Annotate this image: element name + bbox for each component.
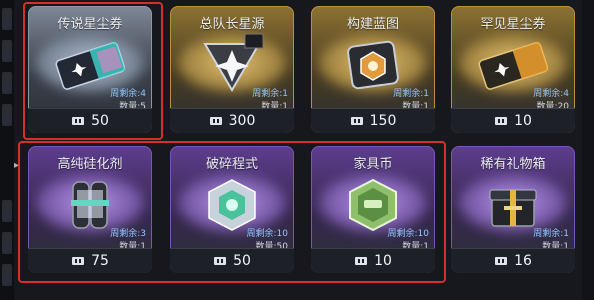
item-price: 75	[91, 253, 109, 269]
side-tab[interactable]	[2, 40, 12, 62]
price-bar[interactable]: 10	[311, 248, 435, 273]
side-tab[interactable]	[2, 8, 12, 30]
item-price: 50	[233, 253, 251, 269]
price-bar[interactable]: 50	[170, 248, 294, 273]
shop-item-card[interactable]: 稀有礼物箱 周剩余:1 数量:1 16	[451, 146, 575, 273]
price-bar[interactable]: 50	[28, 108, 152, 133]
right-edge	[582, 0, 594, 300]
left-side-rail	[0, 0, 14, 300]
shop-item-card[interactable]: 罕见星尘券 周剩余:4 数量:20 10	[451, 6, 575, 133]
weekly-remaining: 周剩余:10	[387, 229, 430, 239]
currency-icon	[72, 257, 85, 265]
item-price: 300	[228, 113, 256, 129]
currency-icon	[214, 257, 227, 265]
shop-item-card[interactable]: 高纯硅化剂 周剩余:3 数量:1 75	[28, 146, 152, 273]
currency-icon	[209, 117, 222, 125]
item-price: 150	[369, 113, 397, 129]
side-tab[interactable]	[2, 104, 12, 126]
currency-icon	[495, 257, 508, 265]
weekly-remaining: 周剩余:4	[533, 89, 569, 99]
price-bar[interactable]: 16	[451, 248, 575, 273]
price-bar[interactable]: 75	[28, 248, 152, 273]
currency-icon	[495, 117, 508, 125]
side-tab[interactable]	[2, 232, 12, 254]
side-tab[interactable]	[2, 72, 12, 94]
currency-icon	[72, 117, 85, 125]
weekly-remaining: 周剩余:1	[533, 229, 569, 239]
currency-icon	[350, 117, 363, 125]
shop-item-card[interactable]: 总队长星源 周剩余:1 数量:1 300	[170, 6, 294, 133]
weekly-remaining: 周剩余:3	[110, 229, 146, 239]
weekly-remaining: 周剩余:1	[252, 89, 288, 99]
shop-item-card[interactable]: 构建蓝图 周剩余:1 数量:1 150	[311, 6, 435, 133]
weekly-remaining: 周剩余:4	[110, 89, 146, 99]
item-price: 16	[514, 253, 532, 269]
shop-item-card[interactable]: 传说星尘券 周剩余:4 数量:5 50	[28, 6, 152, 133]
weekly-remaining: 周剩余:10	[246, 229, 289, 239]
weekly-remaining: 周剩余:1	[393, 89, 429, 99]
item-price: 50	[91, 113, 109, 129]
item-price: 10	[514, 113, 532, 129]
currency-icon	[355, 257, 368, 265]
shop-item-card[interactable]: 破碎程式 周剩余:10 数量:50 50	[170, 146, 294, 273]
item-price: 10	[374, 253, 392, 269]
shop-item-card[interactable]: 家具币 周剩余:10 数量:1 10	[311, 146, 435, 273]
price-bar[interactable]: 10	[451, 108, 575, 133]
expand-arrow-icon[interactable]: ▸	[14, 160, 19, 171]
price-bar[interactable]: 150	[311, 108, 435, 133]
side-tab[interactable]	[2, 200, 12, 222]
side-tab[interactable]	[2, 264, 12, 286]
price-bar[interactable]: 300	[170, 108, 294, 133]
